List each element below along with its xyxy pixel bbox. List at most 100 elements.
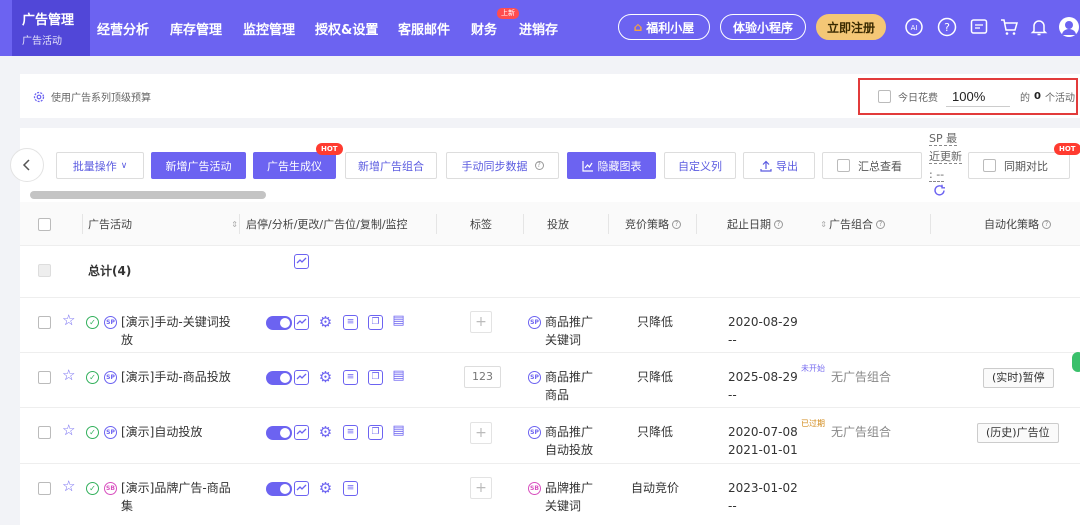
check-circle-icon: ✓ <box>86 482 99 495</box>
trend-icon[interactable] <box>294 425 309 440</box>
yoy-compare-toggle[interactable]: 同期对比 <box>968 152 1070 179</box>
gear-icon[interactable]: ⚙ <box>318 481 333 496</box>
hide-chart-button[interactable]: 隐藏图表 <box>567 152 656 179</box>
campaign-count: 0 <box>1034 91 1041 102</box>
welfare-button[interactable]: ⌂ 福利小屋 <box>618 14 710 40</box>
nav-item-auth-settings[interactable]: 授权&设置 <box>315 0 378 56</box>
ad-generator-button[interactable]: 广告生成仪 <box>253 152 336 179</box>
placement-icon[interactable]: ≡ <box>343 370 358 385</box>
cart-icon[interactable] <box>998 16 1020 38</box>
yoy-checkbox[interactable] <box>983 159 996 172</box>
horizontal-scrollbar[interactable] <box>30 191 266 199</box>
gear-icon[interactable]: ⚙ <box>318 370 333 385</box>
monitor-icon[interactable]: ▤ <box>391 369 406 385</box>
enable-toggle[interactable] <box>266 482 292 496</box>
gear-icon[interactable]: ⚙ <box>318 315 333 330</box>
refresh-icon[interactable] <box>933 184 946 200</box>
batch-actions-dropdown[interactable]: 批量操作 ∨ <box>56 152 144 179</box>
nav-item-purchase-sales[interactable]: 进销存 <box>519 0 558 56</box>
floating-widget[interactable] <box>1072 352 1080 372</box>
targeting-l1: 商品推广 <box>545 425 594 439</box>
nav-item-inventory[interactable]: 库存管理 <box>170 0 222 56</box>
enable-toggle[interactable] <box>266 426 292 440</box>
campaign-name[interactable]: [演示]自动投放 <box>121 423 202 441</box>
question-icon: ? <box>1042 219 1051 229</box>
sp-icon: SP <box>104 371 117 384</box>
manual-sync-button[interactable]: 手动同步数据 ? <box>446 152 559 179</box>
bid-strategy: 只降低 <box>637 370 674 384</box>
ai-icon[interactable]: AI <box>903 16 925 38</box>
copy-icon[interactable]: ❐ <box>368 315 383 330</box>
bell-icon[interactable] <box>1028 16 1050 38</box>
row-checkbox[interactable] <box>38 482 51 495</box>
campaign-name[interactable]: [演示]品牌广告-商品集 <box>121 479 233 515</box>
end-date: -- <box>728 388 737 402</box>
automation-strategy[interactable]: (实时)暂停 <box>983 368 1054 388</box>
star-icon[interactable]: ☆ <box>62 477 75 495</box>
row-checkbox[interactable] <box>38 426 51 439</box>
trend-icon[interactable] <box>294 481 309 496</box>
copy-icon[interactable]: ❐ <box>368 425 383 440</box>
start-date: 2020-08-29 <box>728 315 798 329</box>
percent-input[interactable] <box>946 86 1010 107</box>
tag-chip[interactable]: 123 <box>464 366 501 388</box>
sort-icon[interactable]: ⇕ <box>231 220 238 229</box>
monitor-icon[interactable]: ▤ <box>391 314 406 330</box>
enable-toggle[interactable] <box>266 371 292 385</box>
campaign-name[interactable]: [演示]手动-关键词投放 <box>121 313 233 349</box>
automation-strategy[interactable]: (历史)广告位 <box>977 423 1059 443</box>
nav-item-service-email[interactable]: 客服邮件 <box>398 0 450 56</box>
add-tag-button[interactable]: + <box>470 477 492 499</box>
nav-item-finance[interactable]: 财务 <box>471 0 497 56</box>
add-tag-button[interactable]: + <box>470 422 492 444</box>
header-campaign[interactable]: 广告活动 ⇕ <box>88 202 238 246</box>
today-spend-checkbox[interactable] <box>878 90 891 103</box>
star-icon[interactable]: ☆ <box>62 366 75 384</box>
trend-icon[interactable] <box>294 315 309 330</box>
collapse-button[interactable] <box>10 148 44 182</box>
new-campaign-button[interactable]: 新增广告活动 <box>151 152 246 179</box>
trend-icon[interactable] <box>294 254 309 269</box>
placement-icon[interactable]: ≡ <box>343 481 358 496</box>
budget-link-label: 使用广告系列顶级预算 <box>51 93 151 104</box>
campaign-budget-setting[interactable]: 使用广告系列顶级预算 <box>32 89 151 104</box>
monitor-icon[interactable]: ▤ <box>391 424 406 440</box>
register-button[interactable]: 立即注册 <box>816 14 886 40</box>
summary-view-toggle[interactable]: 汇总查看 <box>822 152 922 179</box>
copy-icon[interactable]: ❐ <box>368 370 383 385</box>
placement-icon[interactable]: ≡ <box>343 315 358 330</box>
date-range: 2023-01-02 -- <box>728 479 798 515</box>
summary-checkbox[interactable] <box>837 159 850 172</box>
check-circle-icon: ✓ <box>86 371 99 384</box>
help-icon[interactable]: ? <box>936 16 958 38</box>
yoy-label: 同期对比 <box>1004 159 1048 173</box>
campaign-name[interactable]: [演示]手动-商品投放 <box>121 368 241 386</box>
targeting-l1: 品牌推广 <box>545 481 594 495</box>
select-all-checkbox[interactable] <box>38 217 51 231</box>
header-dates[interactable]: 起止日期 ? ⇕ <box>727 202 827 246</box>
star-icon[interactable]: ☆ <box>62 421 75 439</box>
nav-item-monitoring[interactable]: 监控管理 <box>243 0 295 56</box>
custom-columns-button[interactable]: 自定义列 <box>664 152 736 179</box>
placement-icon[interactable]: ≡ <box>343 425 358 440</box>
sort-icon[interactable]: ⇕ <box>820 220 827 229</box>
targeting-l1: 商品推广 <box>545 315 594 329</box>
new-portfolio-button[interactable]: 新增广告组合 <box>345 152 437 179</box>
svg-text:?: ? <box>944 21 950 34</box>
star-icon[interactable]: ☆ <box>62 311 75 329</box>
message-icon[interactable] <box>968 16 990 38</box>
gear-icon[interactable]: ⚙ <box>318 425 333 440</box>
hot-badge: HOT <box>1054 143 1080 155</box>
trend-icon[interactable] <box>294 370 309 385</box>
row-checkbox[interactable] <box>38 371 51 384</box>
export-button[interactable]: 导出 <box>743 152 815 179</box>
nav-item-ad-management[interactable]: 广告管理 广告活动 <box>12 0 90 56</box>
row-checkbox[interactable] <box>38 316 51 329</box>
trial-miniprogram-button[interactable]: 体验小程序 <box>720 14 806 40</box>
avatar[interactable] <box>1058 16 1080 38</box>
add-tag-button[interactable]: + <box>470 311 492 333</box>
sp-icon: SP <box>528 316 541 329</box>
header-campaign-label: 广告活动 <box>88 218 132 231</box>
enable-toggle[interactable] <box>266 316 292 330</box>
nav-item-business-analysis[interactable]: 经营分析 <box>97 0 149 56</box>
